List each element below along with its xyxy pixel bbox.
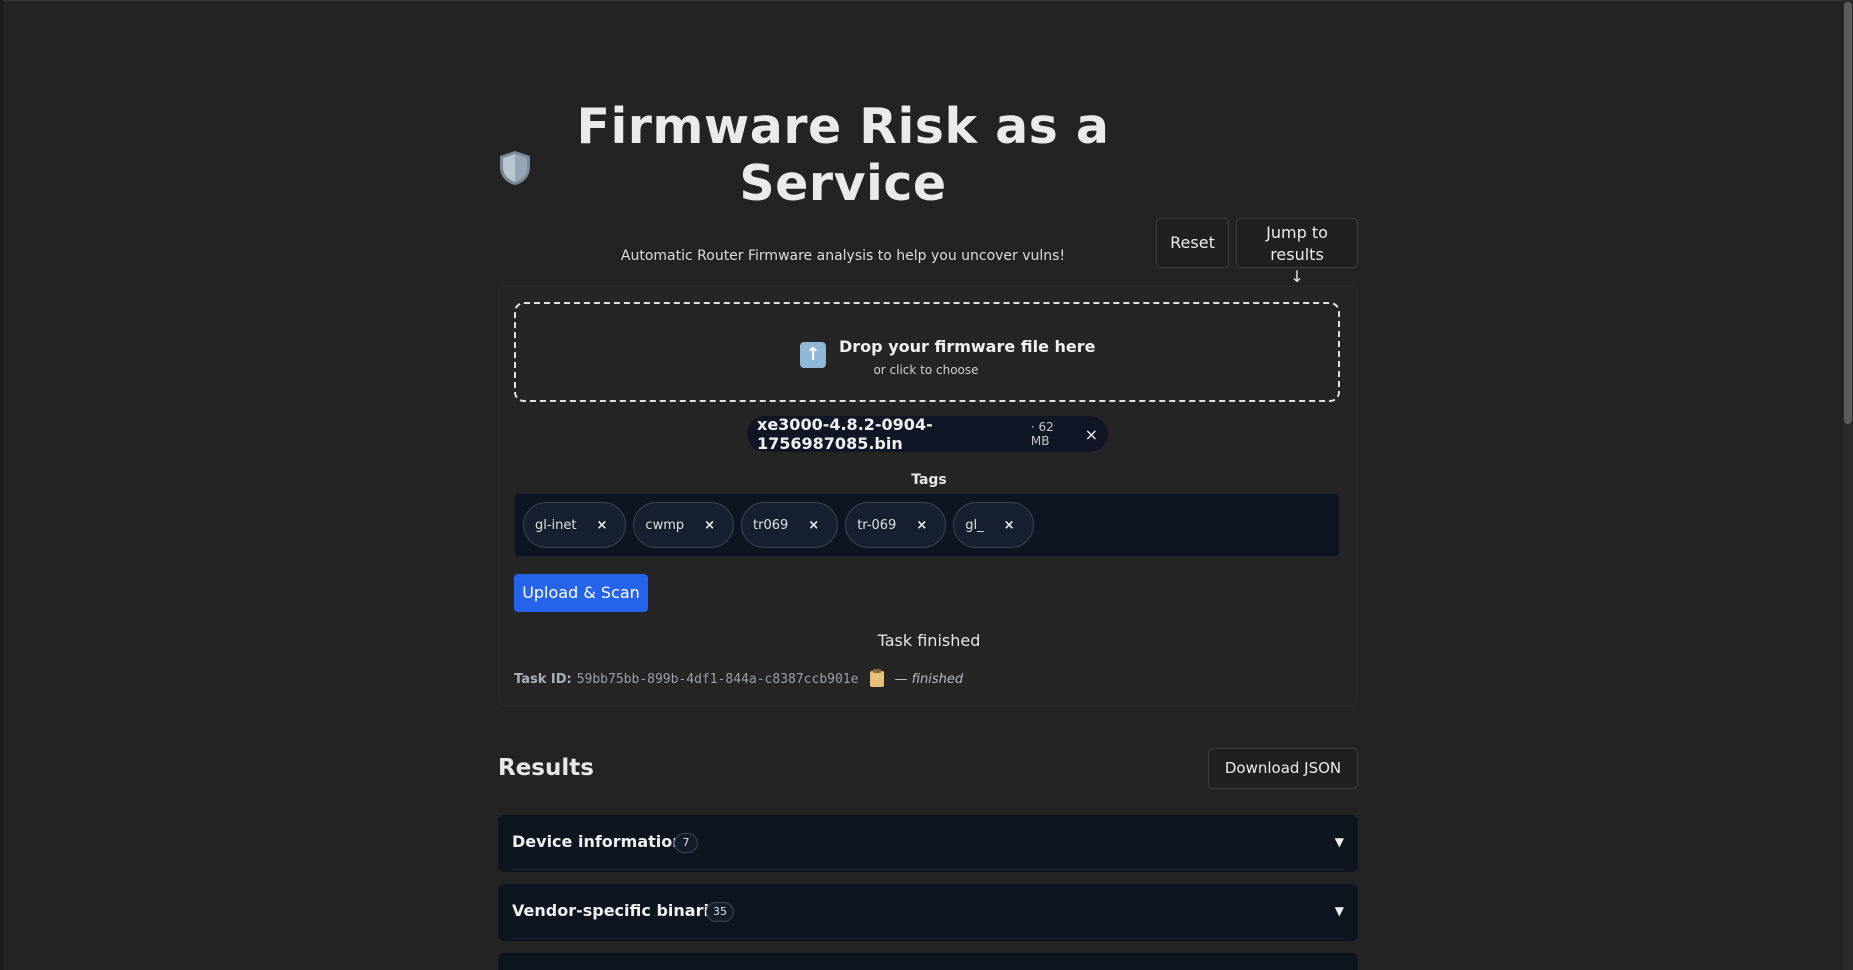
download-json-button[interactable]: Download JSON bbox=[1208, 748, 1358, 789]
jump-to-results-button[interactable]: Jump to results ↓ bbox=[1236, 218, 1358, 286]
dropzone-title: Drop your firmware file here bbox=[839, 337, 1096, 356]
task-id-row: Task ID: 59bb75bb-899b-4df1-844a-c8387cc… bbox=[514, 669, 964, 687]
tag-chip: cwmp × bbox=[633, 502, 735, 548]
tag-label: gl_ bbox=[965, 517, 984, 533]
section-title: Vendor-specific binaries bbox=[512, 901, 730, 920]
file-dropzone[interactable]: ↑ Drop your firmware file here or click … bbox=[514, 302, 1340, 402]
upload-arrow-icon: ↑ bbox=[800, 342, 826, 368]
tag-chip: gl_ × bbox=[953, 502, 1034, 548]
remove-tag-icon[interactable]: × bbox=[916, 518, 927, 533]
results-heading: Results bbox=[498, 755, 594, 781]
task-id-value: 59bb75bb-899b-4df1-844a-c8387ccb901e bbox=[576, 671, 859, 687]
window-left-border bbox=[0, 0, 3, 970]
upload-card: ↑ Drop your firmware file here or click … bbox=[498, 286, 1358, 706]
selected-file-name: xe3000-4.8.2-0904-1756987085.bin bbox=[757, 415, 933, 453]
section-vendor-specific-binaries[interactable]: Vendor-specific binaries 35 ▼ bbox=[498, 884, 1358, 941]
upload-and-scan-button[interactable]: Upload & Scan bbox=[514, 574, 648, 612]
task-id-label: Task ID: bbox=[514, 671, 572, 687]
page-scrollbar[interactable] bbox=[1843, 0, 1853, 970]
section-device-informations[interactable]: Device informations 7 ▼ bbox=[498, 815, 1358, 872]
tag-chip: gl-inet × bbox=[523, 502, 627, 548]
task-state: — finished bbox=[894, 671, 964, 687]
scrollbar-thumb[interactable] bbox=[1844, 2, 1852, 424]
tags-label: Tags bbox=[911, 472, 947, 488]
page-title: Firmware Risk as a Service bbox=[576, 98, 1110, 212]
jump-to-results-label: Jump to results bbox=[1266, 223, 1328, 264]
tag-chip: tr-069 × bbox=[845, 502, 947, 548]
copy-clipboard-icon[interactable] bbox=[870, 669, 885, 687]
section-count-badge: 7 bbox=[674, 833, 698, 853]
section-partial[interactable] bbox=[498, 953, 1358, 970]
reset-button[interactable]: Reset bbox=[1156, 218, 1229, 268]
chevron-down-icon: ▼ bbox=[1334, 835, 1344, 849]
page-subtitle: Automatic Router Firmware analysis to he… bbox=[620, 248, 1066, 264]
section-title: Device informations bbox=[512, 832, 694, 851]
arrow-down-icon: ↓ bbox=[1290, 267, 1304, 286]
section-count-badge: 35 bbox=[706, 902, 734, 922]
remove-tag-icon[interactable]: × bbox=[597, 518, 608, 533]
remove-tag-icon[interactable]: × bbox=[1004, 518, 1015, 533]
tag-label: cwmp bbox=[645, 517, 685, 533]
section-divider bbox=[512, 938, 1344, 939]
tags-input[interactable]: gl-inet × cwmp × tr069 × tr-069 × gl_ × bbox=[514, 493, 1340, 557]
selected-file-chip: xe3000-4.8.2-0904-1756987085.bin · 62 MB… bbox=[747, 415, 1108, 453]
tag-chip: tr069 × bbox=[741, 502, 839, 548]
selected-file-size: · 62 MB bbox=[1030, 420, 1054, 448]
dropzone-subtitle: or click to choose bbox=[873, 363, 979, 377]
remove-file-icon[interactable]: × bbox=[1085, 425, 1098, 444]
tag-label: tr069 bbox=[753, 517, 789, 533]
task-status-text: Task finished bbox=[877, 631, 981, 650]
tag-label: gl-inet bbox=[535, 517, 577, 533]
chevron-down-icon: ▼ bbox=[1334, 904, 1344, 918]
shield-icon bbox=[500, 151, 530, 185]
tag-label: tr-069 bbox=[857, 517, 897, 533]
window-top-border bbox=[0, 0, 1853, 1]
remove-tag-icon[interactable]: × bbox=[704, 518, 715, 533]
remove-tag-icon[interactable]: × bbox=[808, 518, 819, 533]
section-divider bbox=[512, 869, 1344, 870]
